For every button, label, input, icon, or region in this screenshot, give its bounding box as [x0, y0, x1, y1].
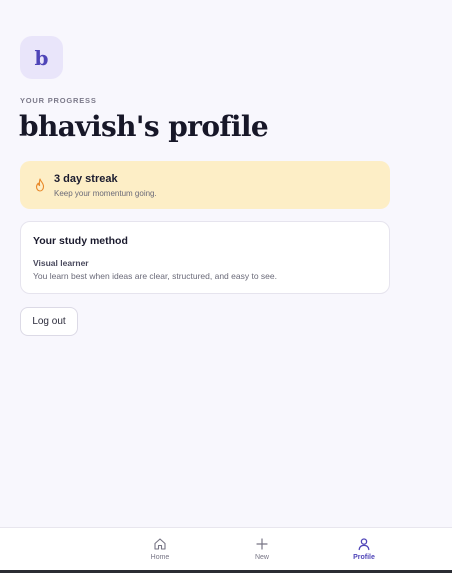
nav-label-home: Home	[150, 554, 170, 561]
streak-subtitle: Keep your momentum going.	[54, 189, 157, 198]
plus-icon	[256, 538, 268, 550]
nav-item-profile[interactable]: Profile	[344, 537, 384, 561]
study-method-description: You learn best when ideas are clear, str…	[33, 271, 277, 281]
avatar-initial: b	[34, 45, 49, 70]
nav-label-new: New	[254, 554, 269, 561]
study-method-type: Visual learner	[33, 258, 89, 268]
study-method-title: Your study method	[33, 235, 128, 247]
study-method-card: Your study method Visual learner You lea…	[20, 221, 390, 294]
nav-item-new[interactable]: New	[242, 537, 282, 561]
user-icon	[358, 538, 370, 551]
streak-title: 3 day streak	[54, 173, 118, 185]
flame-icon	[35, 178, 45, 192]
nav-item-home[interactable]: Home	[140, 537, 180, 561]
section-eyebrow: YOUR PROGRESS	[20, 96, 97, 105]
nav-label-profile: Profile	[353, 554, 375, 561]
bottom-nav: Home New Profile	[0, 527, 452, 570]
avatar: b	[20, 36, 63, 79]
page-title: bhavish's profile	[19, 110, 269, 143]
streak-card: 3 day streak Keep your momentum going.	[20, 161, 390, 209]
logout-button[interactable]: Log out	[20, 307, 78, 336]
home-icon	[154, 538, 166, 550]
